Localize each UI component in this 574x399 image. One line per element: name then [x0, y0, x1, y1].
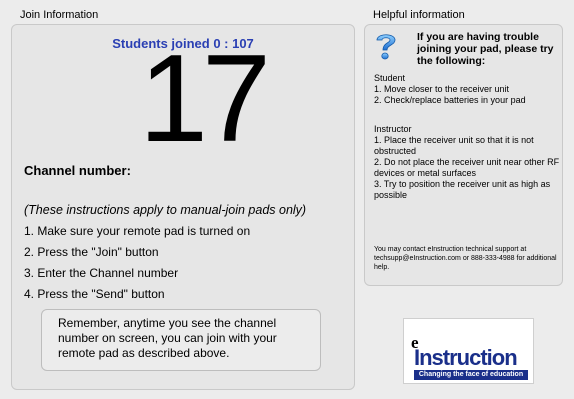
manual-join-note: (These instructions apply to manual-join…	[24, 203, 307, 217]
helpful-information-panel: If you are having trouble joining your p…	[364, 24, 563, 286]
logo-tagline: Changing the face of education	[414, 370, 528, 380]
channel-number-display: 17	[139, 30, 271, 168]
instructor-tips: Instructor 1. Place the receiver unit so…	[374, 124, 560, 200]
join-step-3: 3. Enter the Channel number	[24, 266, 179, 280]
join-information-panel: Students joined 0 : 107 17 Channel numbe…	[11, 24, 355, 390]
join-group-title: Join Information	[20, 9, 99, 21]
support-contact-text: You may contact eInstruction technical s…	[374, 246, 557, 271]
reminder-text: Remember, anytime you see the channel nu…	[58, 316, 277, 360]
einstruction-logo: e Instruction Changing the face of educa…	[403, 318, 534, 384]
help-group-title: Helpful information	[373, 9, 465, 21]
reminder-box: Remember, anytime you see the channel nu…	[41, 309, 321, 371]
join-step-4: 4. Press the "Send" button	[24, 287, 165, 301]
logo-wordmark: Instruction	[414, 345, 518, 370]
join-step-1: 1. Make sure your remote pad is turned o…	[24, 224, 251, 238]
join-step-2: 2. Press the "Join" button	[24, 245, 159, 259]
question-mark-icon	[373, 31, 399, 61]
channel-number-label: Channel number:	[24, 163, 131, 178]
help-heading: If you are having trouble joining your p…	[417, 31, 554, 67]
student-tips: Student 1. Move closer to the receiver u…	[374, 73, 526, 105]
